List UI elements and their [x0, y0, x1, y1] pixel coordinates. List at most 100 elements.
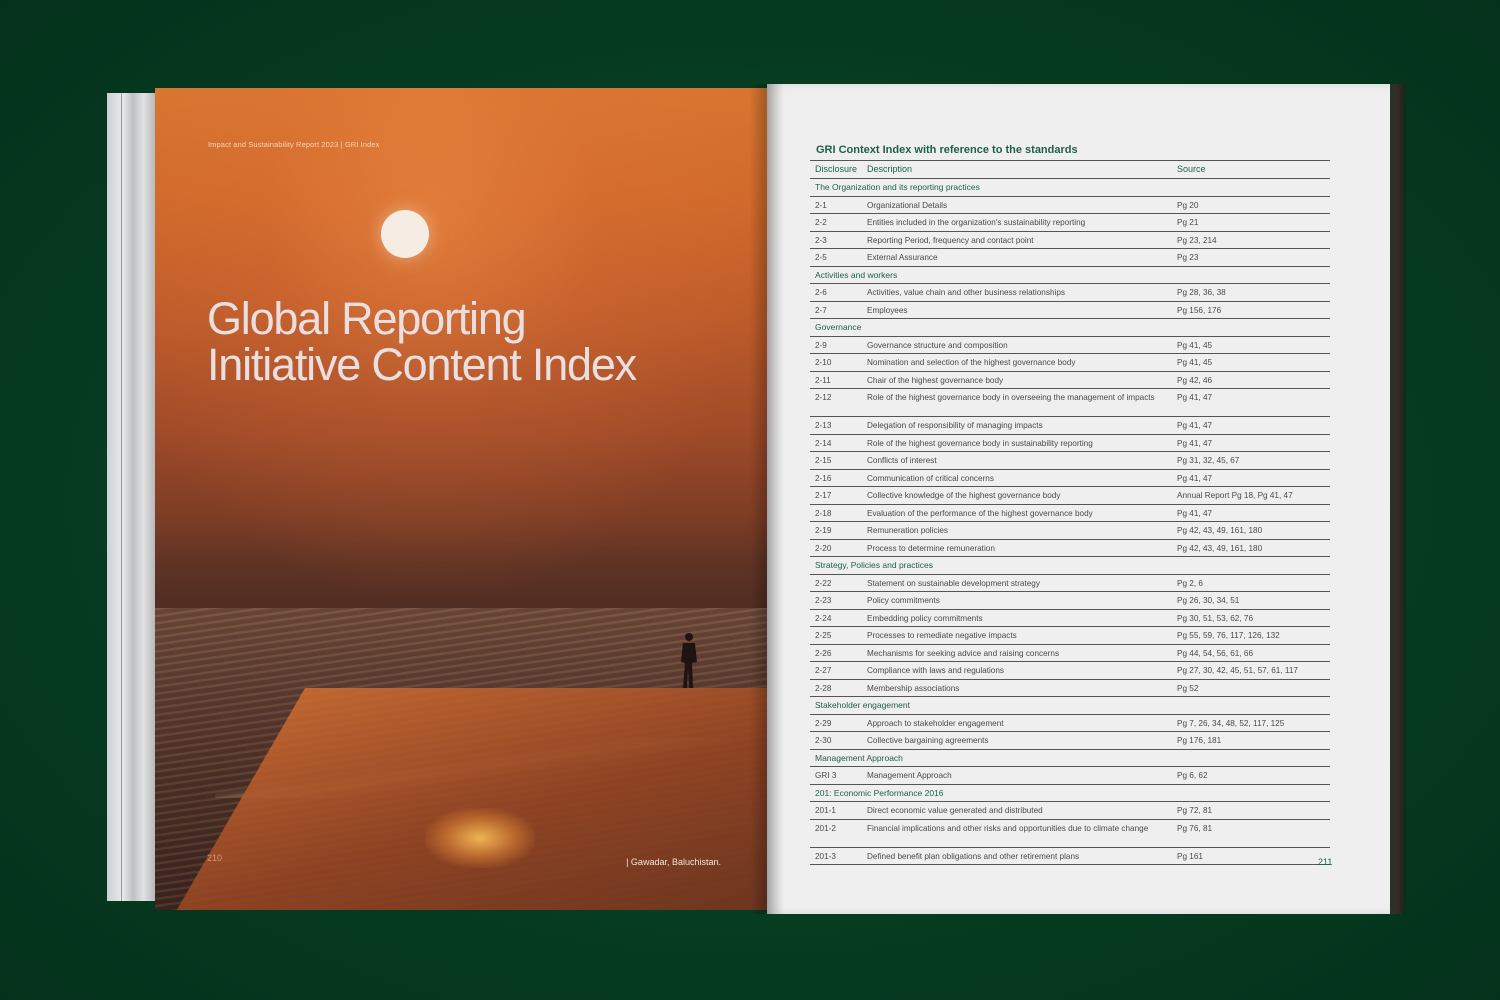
disclosure-code: 2-19: [815, 526, 832, 535]
disclosure-code: 2-18: [815, 508, 832, 518]
section-title: Activities and workers: [815, 269, 898, 280]
table-row: 2-22 Statement on sustainable development…: [810, 575, 1330, 592]
disclosure-description: Processes to remediate negative impacts: [867, 631, 1017, 640]
disclosure-source: Pg 44, 54, 56, 61, 66: [1177, 648, 1254, 658]
disclosure-code: 2-10: [815, 358, 832, 367]
disclosure-source: Pg 72, 81: [1177, 806, 1213, 815]
disclosure-description: Mechanisms for seeking advice and raisin…: [867, 648, 1060, 658]
disclosure-description: Process to determine remuneration: [867, 543, 995, 553]
disclosure-code: 2-20: [815, 543, 832, 553]
disclosure-source: Pg 21: [1177, 218, 1199, 227]
left-page: Impact and Sustainability Report 2023 | …: [155, 88, 767, 910]
table-row: 2-7 Employees Pg 156, 176: [810, 302, 1330, 319]
disclosure-source: Pg 42, 43, 49, 161, 180: [1177, 543, 1263, 553]
disclosure-source: Pg 76, 81: [1177, 823, 1213, 833]
disclosure-description: Organizational Details: [867, 200, 948, 210]
disclosure-code: 201-1: [815, 806, 836, 815]
table-row: 201-2 Financial implications and other ri…: [810, 820, 1330, 848]
table-row: 2-24 Embedding policy commitments Pg 30, 5…: [810, 610, 1330, 627]
disclosure-description: Nomination and selection of the highest …: [867, 358, 1076, 367]
section-title: Governance: [815, 322, 862, 332]
disclosure-description: Statement on sustainable development str…: [867, 578, 1040, 588]
disclosure-description: Role of the highest governance body in o…: [867, 393, 1155, 402]
table-row: 2-20 Process to determine remuneration Pg …: [810, 540, 1330, 557]
table-row: 2-15 Conflicts of interest Pg 31, 32, 45, …: [810, 452, 1330, 470]
disclosure-description: Remuneration policies: [867, 526, 949, 535]
disclosure-code: 2-12: [815, 393, 832, 402]
disclosure-source: Pg 41, 47: [1177, 508, 1213, 518]
table-row: 2-13 Delegation of responsibility of mana…: [810, 417, 1330, 435]
table-row: GRI 3 Management Approach Pg 6, 62: [810, 767, 1330, 785]
table-row: 2-2 Entities included in the organization…: [810, 214, 1330, 232]
table-row: 2-16 Communication of critical concerns Pg…: [810, 470, 1330, 487]
table-row: 2-1 Organizational Details Pg 20: [810, 197, 1330, 214]
disclosure-description: Membership associations: [867, 683, 960, 693]
open-book: Impact and Sustainability Report 2023 | …: [0, 0, 1500, 1000]
disclosure-code: 2-1: [815, 200, 827, 210]
title-line-1: Global Reporting: [207, 293, 527, 344]
disclosure-source: Pg 23: [1177, 253, 1199, 262]
disclosure-description: Policy commitments: [867, 596, 940, 605]
header-description: Description: [867, 164, 913, 174]
disclosure-code: 201-3: [815, 851, 836, 861]
table-title: GRI Context Index with reference to the …: [816, 144, 1078, 156]
header-source: Source: [1177, 164, 1206, 174]
disclosure-code: 2-11: [815, 375, 831, 385]
section-title: Stakeholder engagement: [815, 700, 910, 710]
disclosure-code: 2-26: [815, 648, 832, 658]
disclosure-source: Pg 161: [1177, 851, 1203, 861]
section-heading: 201: Economic Performance 2016: [810, 785, 1330, 802]
disclosure-source: Pg 26, 30, 34, 51: [1177, 596, 1240, 605]
disclosure-code: 2-30: [815, 736, 832, 745]
disclosure-description: Chair of the highest governance body: [867, 375, 1004, 385]
table-row: 2-10 Nomination and selection of the high…: [810, 354, 1330, 372]
disclosure-description: Embedding policy commitments: [867, 613, 983, 623]
header-disclosure: Disclosure: [815, 164, 858, 174]
disclosure-source: Pg 31, 32, 45, 67: [1177, 456, 1240, 465]
disclosure-source: Pg 176, 181: [1177, 736, 1222, 745]
disclosure-description: Collective bargaining agreements: [867, 736, 989, 745]
photo-caption: | Gawadar, Baluchistan.: [626, 857, 721, 867]
table-row: 2-9 Governance structure and composition P…: [810, 337, 1330, 354]
table-row: 2-27 Compliance with laws and regulations…: [810, 662, 1330, 680]
disclosure-description: Employees: [867, 305, 908, 315]
disclosure-code: 2-17: [815, 491, 832, 500]
table-row: 2-23 Policy commitments Pg 26, 30, 34, 51: [810, 592, 1330, 610]
disclosure-source: Pg 42, 46: [1177, 375, 1213, 385]
table-row: 2-19 Remuneration policies Pg 42, 43, 49, …: [810, 522, 1330, 540]
page-number-left: 210: [207, 853, 223, 863]
disclosure-source: Annual Report Pg 18, Pg 41, 47: [1177, 491, 1293, 500]
disclosure-description: Reporting Period, frequency and contact …: [867, 235, 1034, 245]
disclosure-description: Governance structure and composition: [867, 340, 1008, 350]
table-row: 2-26 Mechanisms for seeking advice and ra…: [810, 645, 1330, 662]
disclosure-source: Pg 6, 62: [1177, 771, 1208, 780]
page-title: Global Reporting Initiative Content Inde…: [207, 296, 747, 388]
disclosure-description: Financial implications and other risks a…: [867, 823, 1149, 833]
disclosure-code: 2-7: [815, 305, 827, 315]
disclosure-description: Compliance with laws and regulations: [867, 666, 1004, 675]
page-edges: [107, 93, 159, 901]
table-row: 201-1 Direct economic value generated and…: [810, 802, 1330, 820]
disclosure-description: Activities, value chain and other busine…: [867, 288, 1065, 297]
disclosure-source: Pg 28, 36, 38: [1177, 288, 1226, 297]
disclosure-code: 2-16: [815, 473, 832, 483]
table-row: 2-11 Chair of the highest governance body…: [810, 372, 1330, 389]
disclosure-description: Delegation of responsibility of managing…: [867, 421, 1043, 430]
disclosure-description: Conflicts of interest: [867, 456, 937, 465]
disclosure-code: 2-29: [815, 718, 832, 728]
disclosure-code: 2-24: [815, 613, 832, 623]
disclosure-source: Pg 42, 43, 49, 161, 180: [1177, 526, 1263, 535]
disclosure-source: Pg 27, 30, 42, 45, 51, 57, 61, 117: [1177, 666, 1298, 675]
disclosure-description: Role of the highest governance body in s…: [867, 438, 1093, 448]
disclosure-code: 201-2: [815, 823, 836, 833]
section-heading: Management Approach: [810, 750, 1330, 767]
disclosure-source: Pg 23, 214: [1177, 235, 1217, 245]
section-heading: The Organization and its reporting pract…: [810, 179, 1330, 197]
disclosure-code: 2-3: [815, 235, 827, 245]
section-heading: Governance: [810, 319, 1330, 337]
disclosure-description: Management Approach: [867, 771, 952, 780]
disclosure-source: Pg 41, 45: [1177, 340, 1213, 350]
disclosure-source: Pg 41, 47: [1177, 473, 1213, 483]
table-row: 2-28 Membership associations Pg 52: [810, 680, 1330, 697]
section-title: The Organization and its reporting pract…: [815, 182, 980, 192]
